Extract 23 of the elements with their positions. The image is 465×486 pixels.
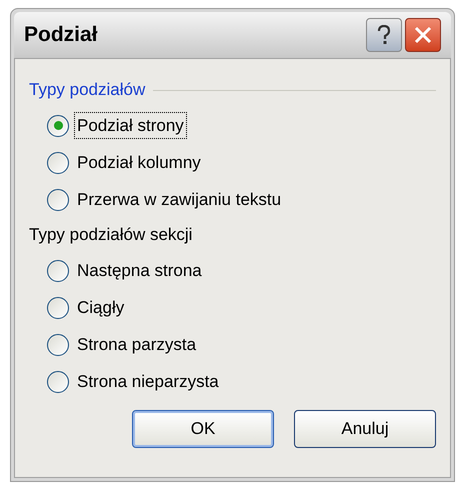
close-icon (413, 25, 433, 45)
radio-button[interactable] (47, 334, 69, 356)
radio-button[interactable] (47, 370, 69, 392)
radio-label[interactable]: Strona parzysta (75, 332, 198, 358)
radio-label[interactable]: Podział kolumny (75, 150, 203, 176)
close-button[interactable] (405, 18, 441, 52)
dialog-button[interactable]: OK (132, 410, 274, 448)
help-button[interactable] (366, 18, 402, 52)
question-mark-icon (377, 25, 391, 45)
window-title: Podział (24, 22, 99, 48)
radio-button[interactable] (47, 152, 69, 174)
group-heading: Typy podziałów (29, 79, 146, 102)
radio-label[interactable]: Ciągły (75, 294, 126, 320)
radio-button[interactable] (47, 188, 69, 210)
radio-button[interactable] (47, 260, 69, 282)
dialog-button[interactable]: Anuluj (294, 410, 436, 448)
radio-button[interactable] (47, 296, 69, 318)
radio-button[interactable] (47, 114, 69, 136)
radio-label[interactable]: Następna strona (75, 258, 204, 284)
radio-label[interactable]: Przerwa w zawijaniu tekstu (75, 186, 284, 212)
radio-label[interactable]: Podział strony (75, 112, 186, 138)
radio-label[interactable]: Strona nieparzysta (75, 368, 221, 394)
group-heading: Typy podziałów sekcji (29, 224, 192, 246)
